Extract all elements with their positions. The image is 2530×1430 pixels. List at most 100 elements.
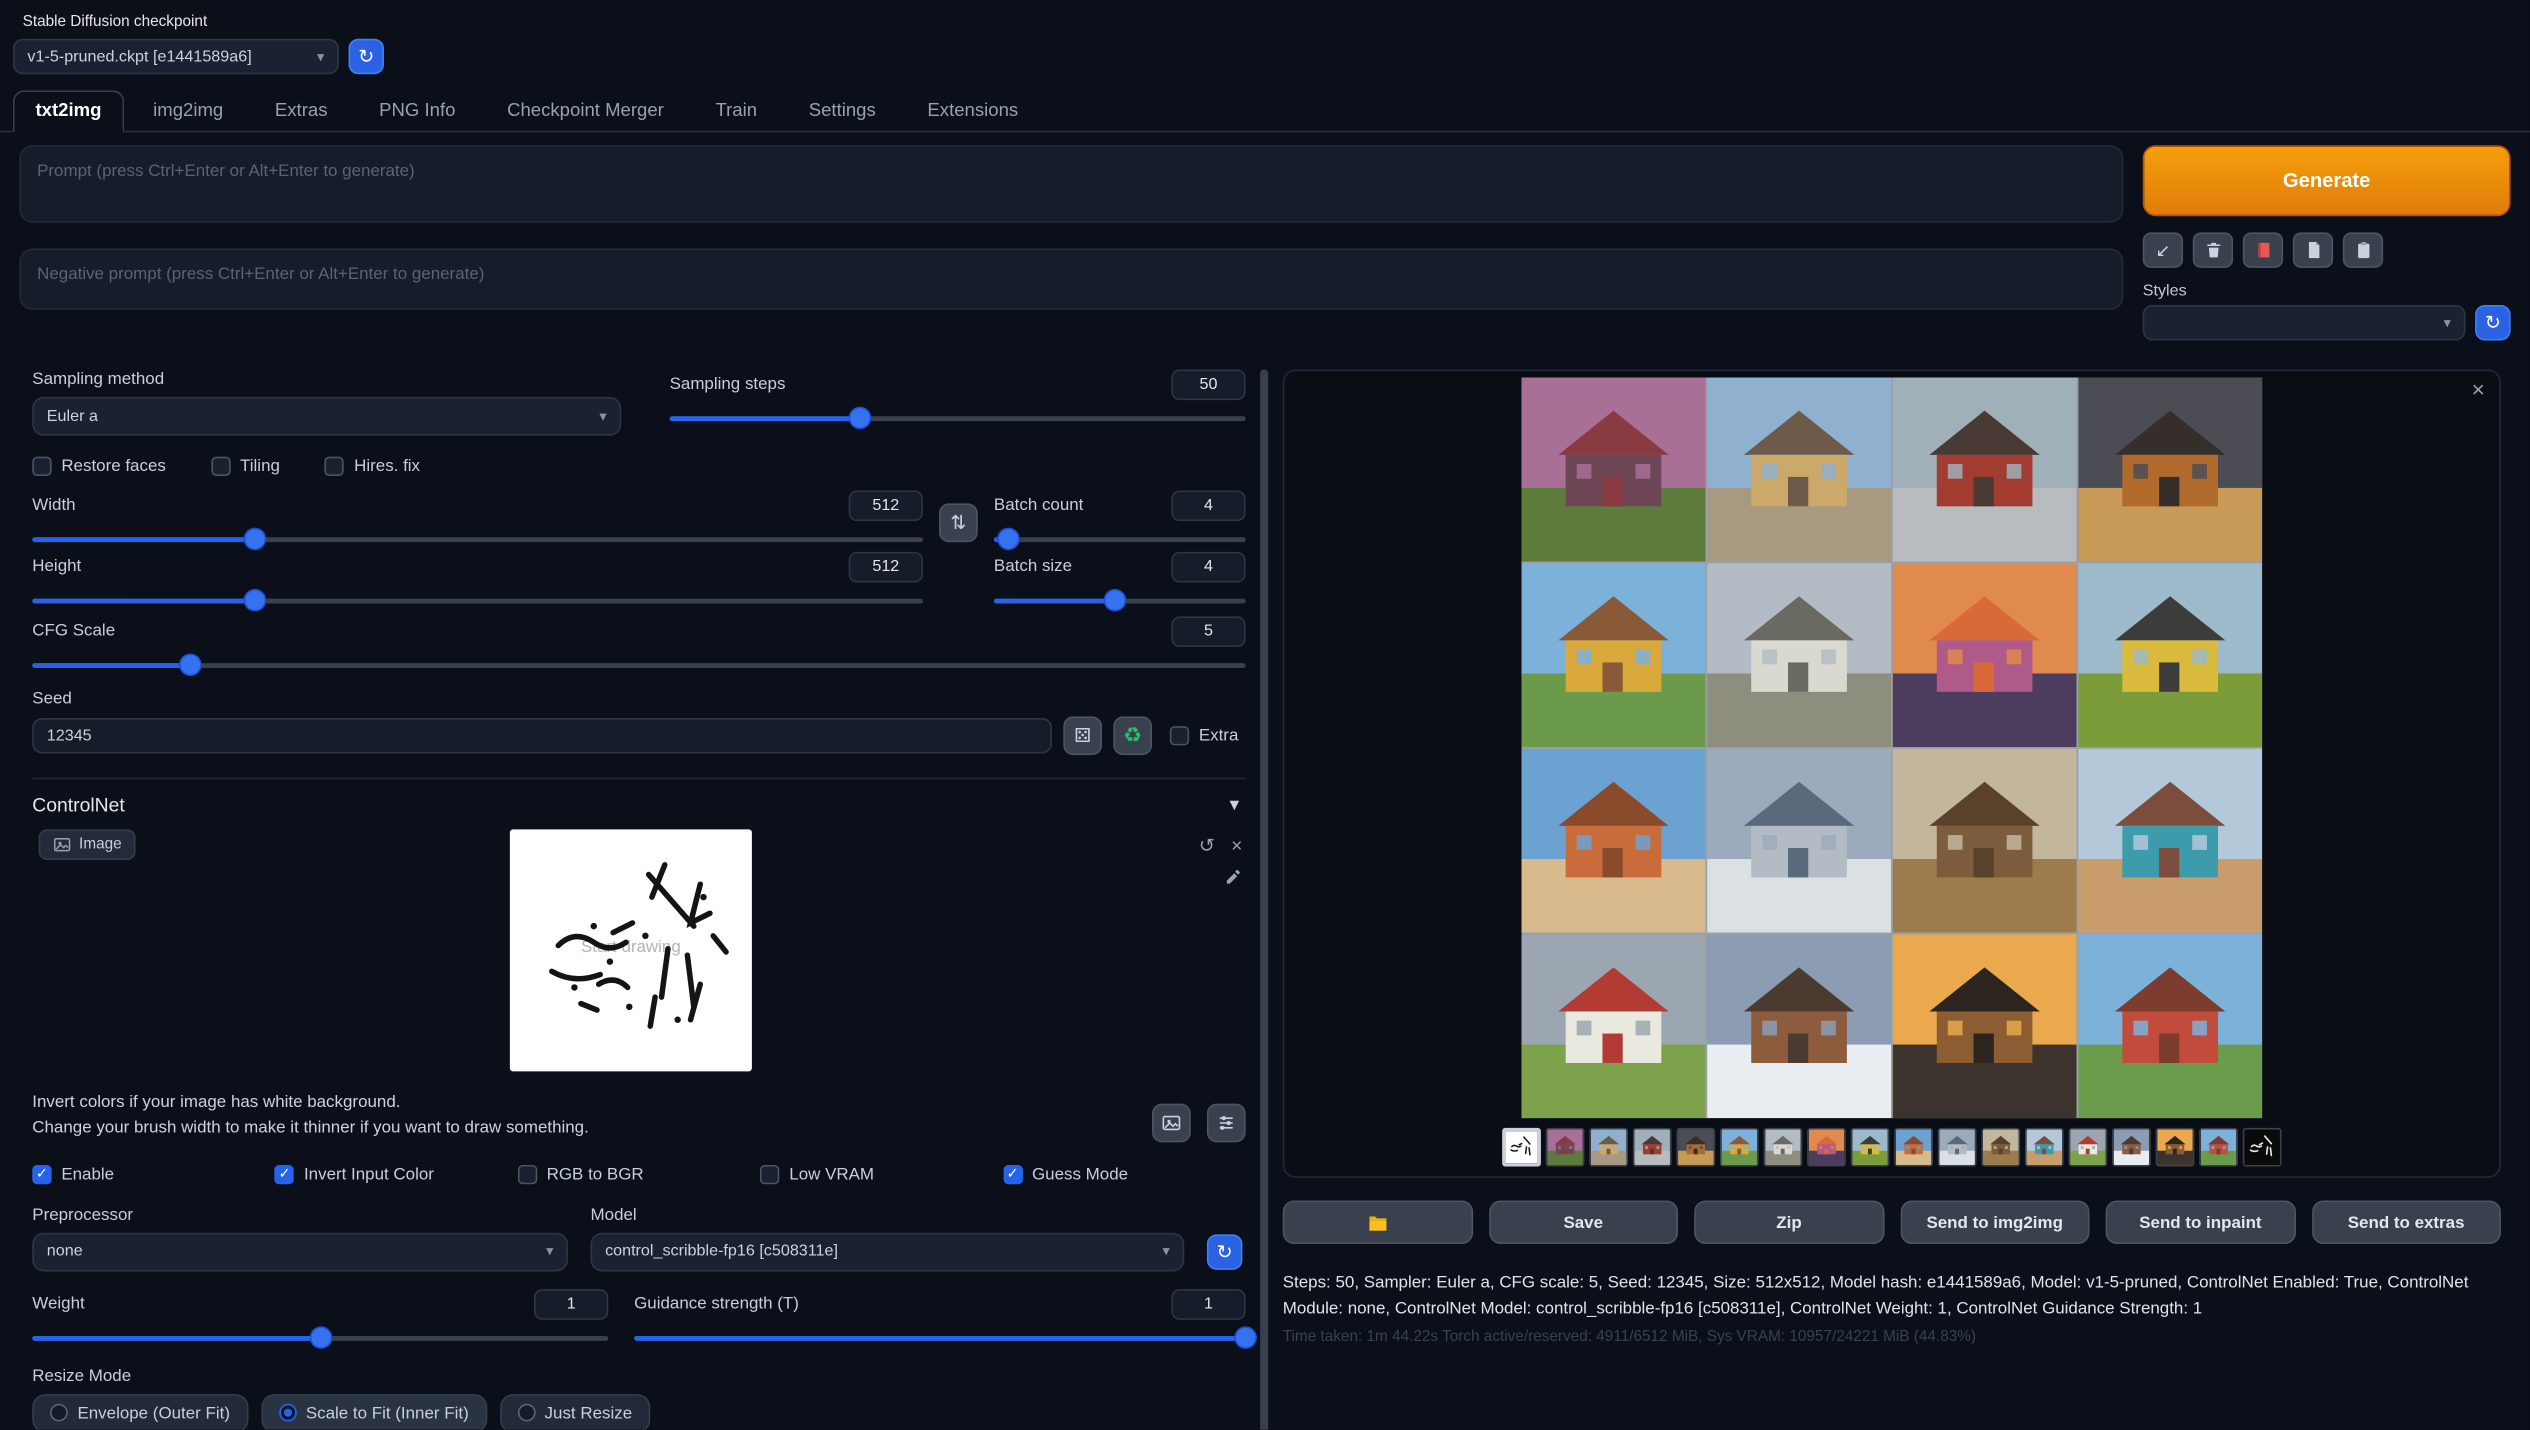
thumbnail-image-9[interactable] [1894, 1128, 1933, 1167]
refresh-models-button[interactable]: ↻ [1207, 1234, 1242, 1269]
restore-faces-checkbox[interactable]: Restore faces [32, 457, 166, 476]
rgb-to-bgr-checkbox[interactable]: RGB to BGR [518, 1164, 761, 1183]
send-to-img2img-button[interactable]: Send to img2img [1900, 1200, 2090, 1244]
gallery-image-14[interactable] [1707, 934, 1891, 1118]
low-vram-checkbox[interactable]: Low VRAM [760, 1164, 1003, 1183]
resize-envelope-radio[interactable]: Envelope (Outer Fit) [32, 1393, 247, 1429]
thumbnail-image-14[interactable] [2112, 1128, 2151, 1167]
tab-checkpoint-merger[interactable]: Checkpoint Merger [485, 90, 687, 132]
gallery-image-4[interactable] [2078, 378, 2262, 562]
save-button[interactable]: Save [1488, 1200, 1678, 1244]
thumbnail-image-11[interactable] [1981, 1128, 2020, 1167]
thumbnail-image-12[interactable] [2025, 1128, 2064, 1167]
gallery-image-13[interactable] [1522, 934, 1706, 1118]
height-slider[interactable] [32, 591, 923, 612]
reuse-seed-button[interactable]: ♻ [1113, 716, 1152, 755]
sampling-steps-value[interactable]: 50 [1171, 369, 1245, 400]
swap-width-height-button[interactable]: ⇅ [939, 503, 978, 542]
sampling-steps-slider[interactable] [670, 408, 1246, 429]
gallery-image-16[interactable] [2078, 934, 2262, 1118]
send-to-extras-button[interactable]: Send to extras [2311, 1200, 2501, 1244]
save-style-button[interactable] [2293, 232, 2333, 267]
gallery-image-8[interactable] [2078, 563, 2262, 747]
generate-button[interactable]: Generate [2143, 145, 2511, 216]
new-canvas-button[interactable] [1152, 1103, 1191, 1142]
batch-count-value[interactable]: 4 [1171, 491, 1245, 522]
weight-slider[interactable] [32, 1327, 608, 1348]
tab-settings[interactable]: Settings [786, 90, 898, 132]
gallery-image-15[interactable] [1893, 934, 2077, 1118]
weight-value[interactable]: 1 [534, 1288, 608, 1319]
brush-settings-button[interactable] [1207, 1103, 1246, 1142]
tab-txt2img[interactable]: txt2img [13, 90, 124, 132]
sampling-method-dropdown[interactable]: Euler a ▾ [32, 397, 621, 436]
thumbnail-image-4[interactable] [1676, 1128, 1715, 1167]
collapse-icon[interactable]: ▼ [1226, 796, 1245, 814]
width-value[interactable]: 512 [849, 491, 923, 522]
refresh-checkpoint-button[interactable]: ↻ [349, 39, 384, 74]
thumbnail-image-1[interactable] [1546, 1128, 1585, 1167]
thumbnail-input-scribble[interactable] [1502, 1128, 1541, 1167]
thumbnail-image-6[interactable] [1764, 1128, 1803, 1167]
controlnet-canvas[interactable]: Start drawing [510, 829, 752, 1071]
tab-img2img[interactable]: img2img [131, 90, 246, 132]
paste-params-button[interactable]: ↙ [2143, 232, 2183, 267]
guess-mode-checkbox[interactable]: Guess Mode [1003, 1164, 1246, 1183]
batch-count-slider[interactable] [994, 529, 1246, 550]
clear-prompt-button[interactable] [2193, 232, 2233, 267]
thumbnail-image-10[interactable] [1938, 1128, 1977, 1167]
gallery-image-2[interactable] [1707, 378, 1891, 562]
settings-scrollbar[interactable] [1260, 369, 1268, 1429]
seed-extra-checkbox[interactable]: Extra [1170, 726, 1239, 745]
apply-style-button[interactable] [2343, 232, 2383, 267]
thumbnail-image-16[interactable] [2199, 1128, 2238, 1167]
thumbnail-image-7[interactable] [1807, 1128, 1846, 1167]
open-folder-button[interactable] [1283, 1200, 1473, 1244]
styles-dropdown[interactable]: ▾ [2143, 305, 2466, 340]
gallery-image-7[interactable] [1893, 563, 2077, 747]
cfg-scale-slider[interactable] [32, 655, 1245, 676]
zip-button[interactable]: Zip [1694, 1200, 1884, 1244]
guidance-strength-value[interactable]: 1 [1171, 1288, 1245, 1319]
enable-checkbox[interactable]: Enable [32, 1164, 275, 1183]
tab-extras[interactable]: Extras [252, 90, 350, 132]
thumbnail-inverted-scribble[interactable] [2243, 1128, 2282, 1167]
gallery-image-1[interactable] [1522, 378, 1706, 562]
extra-networks-button[interactable] [2243, 232, 2283, 267]
random-seed-button[interactable]: ⚄ [1063, 716, 1102, 755]
gallery-image-6[interactable] [1707, 563, 1891, 747]
resize-scale-to-fit-radio[interactable]: Scale to Fit (Inner Fit) [261, 1393, 487, 1429]
gallery-image-9[interactable] [1522, 749, 1706, 933]
close-gallery-button[interactable]: × [2472, 376, 2485, 402]
refresh-styles-button[interactable]: ↻ [2475, 305, 2510, 340]
thumbnail-image-15[interactable] [2156, 1128, 2195, 1167]
batch-size-slider[interactable] [994, 591, 1246, 612]
gallery-image-12[interactable] [2078, 749, 2262, 933]
thumbnail-image-3[interactable] [1633, 1128, 1672, 1167]
prompt-input[interactable] [19, 145, 2123, 222]
thumbnail-image-8[interactable] [1851, 1128, 1890, 1167]
seed-input[interactable] [32, 718, 1052, 753]
thumbnail-image-5[interactable] [1720, 1128, 1759, 1167]
model-dropdown[interactable]: control_scribble-fp16 [c508311e] ▾ [591, 1232, 1185, 1271]
resize-just-resize-radio[interactable]: Just Resize [499, 1393, 650, 1429]
brush-icon[interactable] [1225, 868, 1243, 886]
tab-image[interactable]: Image [39, 829, 136, 860]
send-to-inpaint-button[interactable]: Send to inpaint [2106, 1200, 2296, 1244]
checkpoint-dropdown[interactable]: v1-5-pruned.ckpt [e1441589a6] ▾ [13, 39, 339, 74]
thumbnail-image-13[interactable] [2069, 1128, 2108, 1167]
tab-train[interactable]: Train [693, 90, 780, 132]
invert-input-color-checkbox[interactable]: Invert Input Color [275, 1164, 518, 1183]
tab-png-info[interactable]: PNG Info [357, 90, 479, 132]
gallery-image-11[interactable] [1893, 749, 2077, 933]
negative-prompt-input[interactable] [19, 248, 2123, 309]
undo-icon[interactable]: ↺ [1199, 836, 1215, 855]
thumbnail-image-2[interactable] [1589, 1128, 1628, 1167]
hires-fix-checkbox[interactable]: Hires. fix [325, 457, 420, 476]
guidance-strength-slider[interactable] [634, 1327, 1246, 1348]
clear-canvas-icon[interactable]: × [1231, 836, 1242, 855]
gallery-image-10[interactable] [1707, 749, 1891, 933]
width-slider[interactable] [32, 529, 923, 550]
gallery-image-3[interactable] [1893, 378, 2077, 562]
tab-extensions[interactable]: Extensions [905, 90, 1041, 132]
